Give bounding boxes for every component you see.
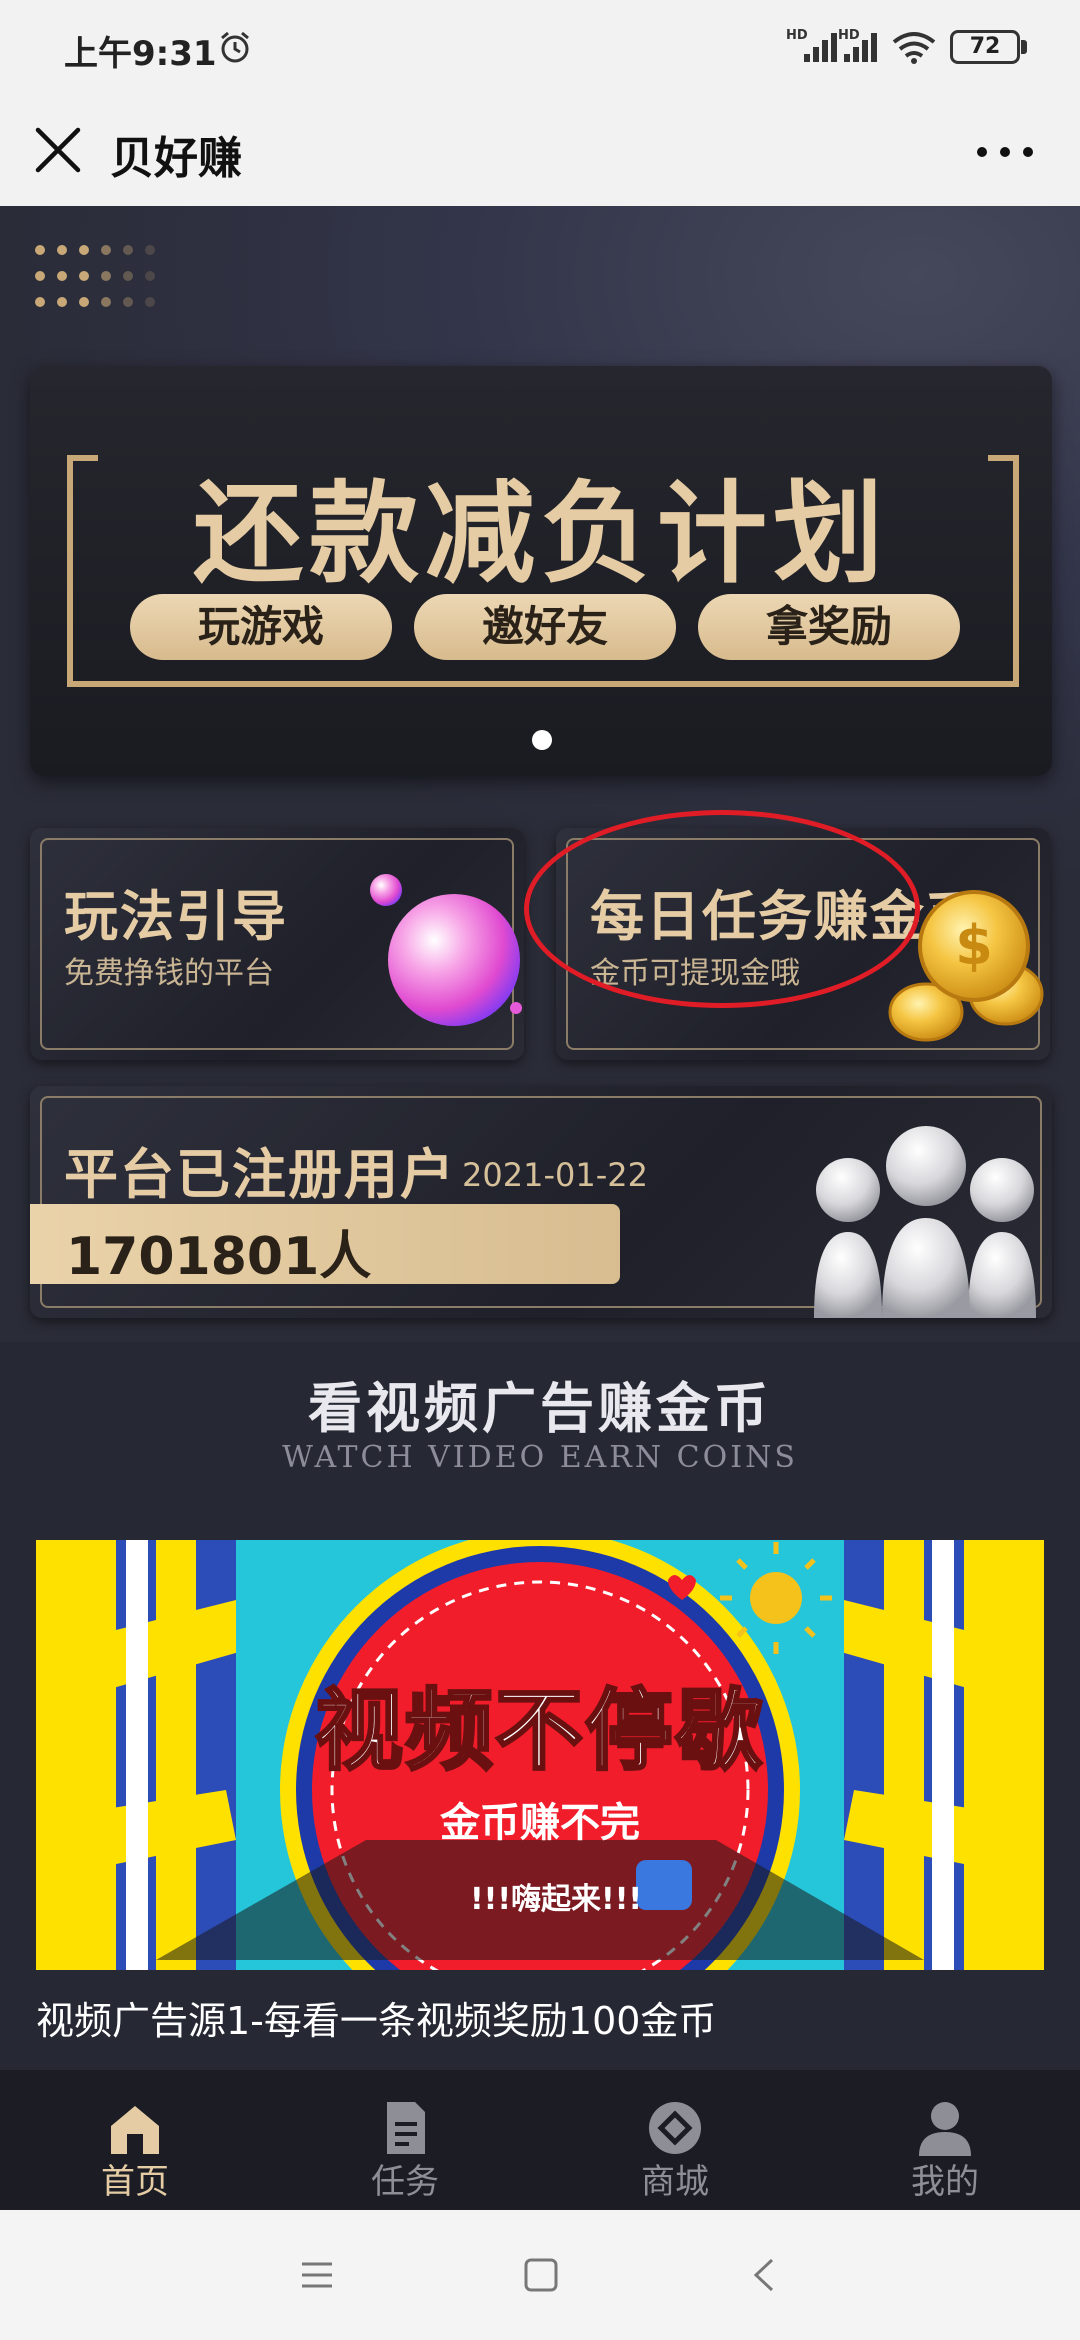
title-bar: 贝好赚 <box>0 96 1080 206</box>
battery-indicator: 72 <box>950 30 1020 64</box>
status-time: 上午9:31 <box>64 34 217 74</box>
nav-mine-label: 我的 <box>911 2162 979 2202</box>
users-count: 1701801人 <box>66 1227 372 1287</box>
nav-shop[interactable]: 商城 <box>540 2070 810 2210</box>
page-title: 贝好赚 <box>110 133 242 184</box>
close-icon[interactable] <box>30 122 86 178</box>
svg-text:$: $ <box>955 914 993 977</box>
shop-icon <box>649 2102 701 2154</box>
system-nav-bar <box>0 2210 1080 2340</box>
promo-banner[interactable]: 还款减负计划 玩游戏 邀好友 拿奖励 <box>30 366 1052 776</box>
users-date: 2021-01-22 <box>462 1156 648 1194</box>
nav-tasks[interactable]: 任务 <box>270 2070 540 2210</box>
highlight-circle <box>524 810 920 1008</box>
guide-card[interactable]: 玩法引导 免费挣钱的平台 <box>30 828 524 1060</box>
alarm-icon <box>221 31 249 63</box>
nav-shop-label: 商城 <box>641 2162 709 2202</box>
wifi-icon <box>892 32 936 64</box>
battery-tip <box>1021 40 1027 54</box>
video-banner-subtitle: 金币赚不完 <box>440 1800 640 1846</box>
video-section-subtitle: WATCH VIDEO EARN COINS <box>282 1440 798 1475</box>
nav-tasks-label: 任务 <box>371 2162 439 2202</box>
video-banner-slogan: !!!嗨起来!!! <box>470 1882 643 1917</box>
banner-title: 还款减负计划 <box>193 470 889 598</box>
registered-users-card: 平台已注册用户 2021-01-22 1701801人 <box>30 1086 1052 1318</box>
status-bar: 上午9:31 HD HD 72 <box>0 0 1080 96</box>
people-figures-icon <box>814 1126 1036 1318</box>
video-section-title: 看视频广告赚金币 <box>308 1377 772 1440</box>
video-caption[interactable]: 视频广告源1-每看一条视频奖励100金币 <box>36 1990 716 2045</box>
more-icon[interactable] <box>970 132 1040 172</box>
video-banner-title: 视频不停歇 <box>313 1678 765 1784</box>
guide-card-title: 玩法引导 <box>64 885 288 948</box>
home-icon <box>111 2106 159 2154</box>
user-icon <box>919 2102 971 2156</box>
video-ad-banner[interactable]: 视频不停歇 金币赚不完 !!!嗨起来!!! <box>36 1540 1044 1970</box>
document-icon <box>387 2102 425 2154</box>
banner-pill-invite: 邀好友 <box>414 594 676 660</box>
home-square-icon[interactable] <box>516 2250 566 2300</box>
guide-card-subtitle: 免费挣钱的平台 <box>64 956 274 991</box>
main-content[interactable]: 还款减负计划 玩游戏 邀好友 拿奖励 玩法引导 免费挣钱的平台 每日任务赚金币 … <box>0 206 1080 2070</box>
banner-pill-reward: 拿奖励 <box>698 594 960 660</box>
nav-home[interactable]: 首页 <box>0 2070 270 2210</box>
users-label: 平台已注册用户 <box>64 1143 456 1206</box>
carousel-indicator[interactable] <box>532 730 552 750</box>
nav-home-label: 首页 <box>101 2162 169 2202</box>
bottom-nav: 首页 任务 商城 我的 <box>0 2070 1080 2210</box>
bubble-icon <box>370 874 522 1026</box>
banner-pill-play: 玩游戏 <box>130 594 392 660</box>
decorative-dots <box>35 245 155 307</box>
nav-mine[interactable]: 我的 <box>810 2070 1080 2210</box>
signal-icon <box>844 33 877 62</box>
menu-icon[interactable] <box>292 2250 342 2300</box>
back-icon[interactable] <box>740 2250 790 2300</box>
